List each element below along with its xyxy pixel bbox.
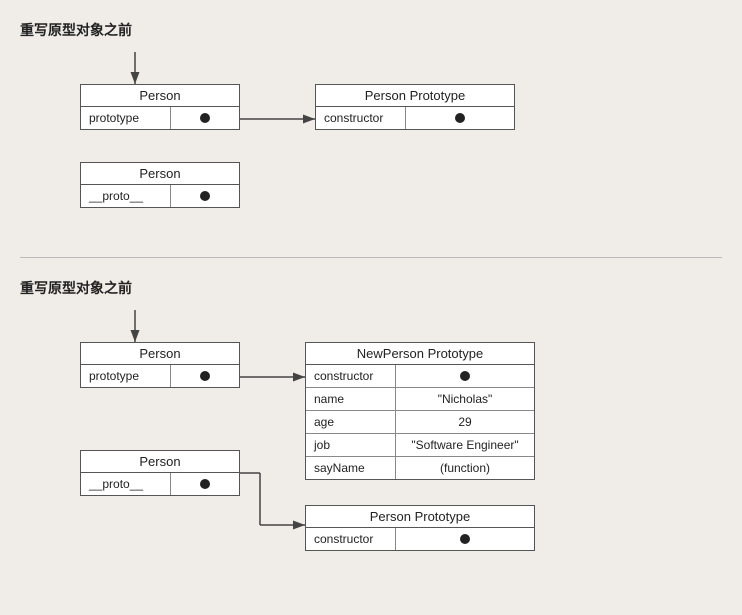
person-proto-box-2-row1: __proto__ — [81, 473, 239, 495]
person-proto-box-1-label: __proto__ — [81, 185, 171, 207]
newperson-val-1: "Nicholas" — [396, 388, 534, 410]
person-prototype-box-1-label: constructor — [316, 107, 406, 129]
person-box-1-dot — [171, 107, 239, 129]
newperson-row-4: sayName (function) — [306, 457, 534, 479]
newperson-label-3: job — [306, 434, 396, 456]
person-proto-box-1: Person __proto__ — [80, 162, 240, 208]
person-box-2-title: Person — [81, 343, 239, 365]
newperson-label-4: sayName — [306, 457, 396, 479]
person-proto-box-1-dot — [171, 185, 239, 207]
person-box-1-title: Person — [81, 85, 239, 107]
newperson-val-3: "Software Engineer" — [396, 434, 534, 456]
person-prototype-box-2-label: constructor — [306, 528, 396, 550]
newperson-label-2: age — [306, 411, 396, 433]
person-proto-box-2-dot — [171, 473, 239, 495]
person-prototype-box-1-row1: constructor — [316, 107, 514, 129]
person-prototype-box-2-dot — [396, 528, 534, 550]
newperson-val-0 — [396, 365, 534, 387]
section2-title: 重写原型对象之前 — [20, 278, 722, 298]
person-box-2: Person prototype — [80, 342, 240, 388]
person-box-2-label: prototype — [81, 365, 171, 387]
diagram-2: Person prototype NewPerson Prototype con… — [20, 310, 722, 570]
newperson-prototype-title: NewPerson Prototype — [306, 343, 534, 365]
section-2: 重写原型对象之前 — [20, 268, 722, 585]
newperson-prototype-box: NewPerson Prototype constructor name "Ni… — [305, 342, 535, 480]
person-box-2-dot — [171, 365, 239, 387]
newperson-row-2: age 29 — [306, 411, 534, 434]
newperson-label-0: constructor — [306, 365, 396, 387]
person-prototype-box-2-row1: constructor — [306, 528, 534, 550]
person-proto-box-1-row1: __proto__ — [81, 185, 239, 207]
newperson-label-1: name — [306, 388, 396, 410]
section1-title: 重写原型对象之前 — [20, 20, 722, 40]
section-1: 重写原型对象之前 Person prototype — [20, 10, 722, 237]
person-box-2-row1: prototype — [81, 365, 239, 387]
person-box-1-row1: prototype — [81, 107, 239, 129]
person-prototype-box-1: Person Prototype constructor — [315, 84, 515, 130]
section-divider — [20, 257, 722, 258]
person-box-1: Person prototype — [80, 84, 240, 130]
person-prototype-box-1-dot — [406, 107, 514, 129]
newperson-row-0: constructor — [306, 365, 534, 388]
person-proto-box-2-label: __proto__ — [81, 473, 171, 495]
newperson-val-2: 29 — [396, 411, 534, 433]
newperson-val-4: (function) — [396, 457, 534, 479]
person-proto-box-2-title: Person — [81, 451, 239, 473]
person-prototype-box-2-title: Person Prototype — [306, 506, 534, 528]
person-proto-box-2: Person __proto__ — [80, 450, 240, 496]
newperson-row-3: job "Software Engineer" — [306, 434, 534, 457]
diagram-1: Person prototype Person Prototype constr… — [20, 52, 722, 222]
person-prototype-box-1-title: Person Prototype — [316, 85, 514, 107]
person-box-1-label: prototype — [81, 107, 171, 129]
newperson-row-1: name "Nicholas" — [306, 388, 534, 411]
person-proto-box-1-title: Person — [81, 163, 239, 185]
person-prototype-box-2: Person Prototype constructor — [305, 505, 535, 551]
